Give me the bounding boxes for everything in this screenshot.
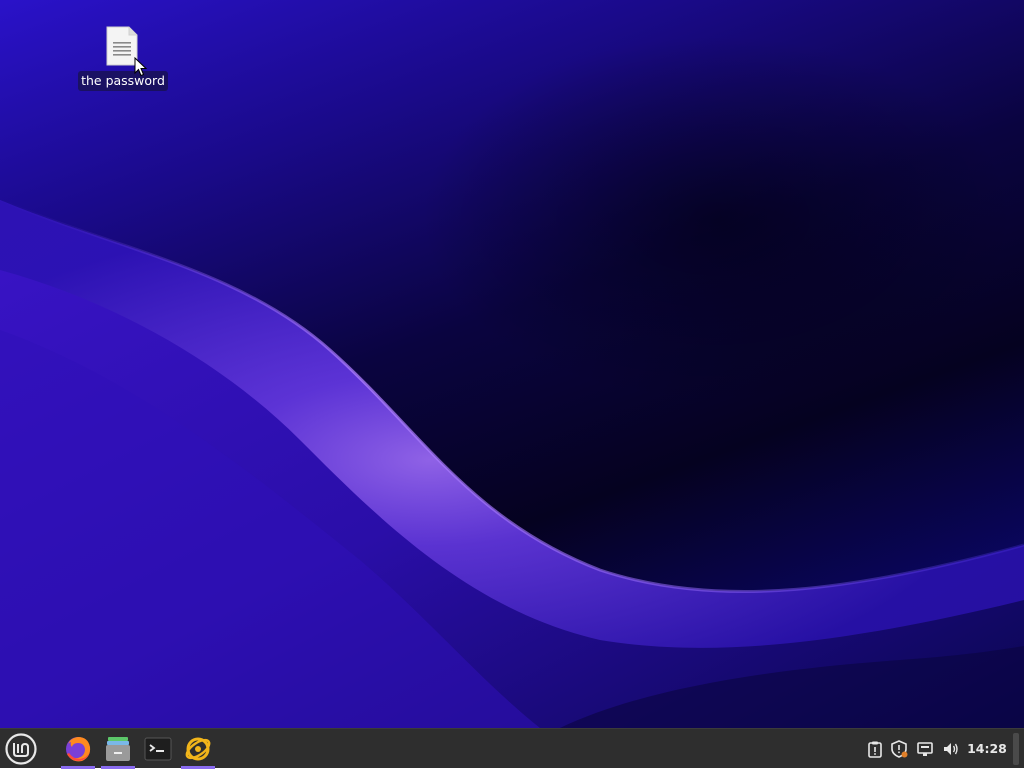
volume-icon bbox=[944, 743, 958, 755]
launcher-sync-app[interactable] bbox=[179, 731, 217, 769]
terminal-icon bbox=[144, 737, 172, 761]
network-icon bbox=[917, 742, 933, 756]
mouse-cursor-icon bbox=[134, 57, 148, 77]
launcher-terminal[interactable] bbox=[139, 731, 177, 767]
tray-volume[interactable] bbox=[940, 729, 962, 769]
launcher-firefox[interactable] bbox=[59, 731, 97, 769]
start-menu-button[interactable] bbox=[4, 732, 38, 766]
linux-mint-menu-icon bbox=[5, 733, 37, 765]
wallpaper-wave bbox=[0, 198, 1024, 728]
taskbar-panel: 14:28 bbox=[0, 728, 1024, 769]
launcher-file-manager[interactable] bbox=[99, 731, 137, 769]
file-manager-icon bbox=[106, 737, 130, 761]
update-shield-icon bbox=[891, 740, 908, 758]
firefox-icon bbox=[66, 737, 91, 762]
desktop-file-label: the password bbox=[78, 71, 168, 91]
sync-app-icon bbox=[185, 737, 211, 761]
tray-update-manager[interactable] bbox=[888, 729, 910, 769]
clipboard-icon bbox=[868, 741, 882, 758]
tray-clipboard[interactable] bbox=[864, 729, 886, 769]
tray-network[interactable] bbox=[914, 729, 936, 769]
panel-clock[interactable]: 14:28 bbox=[966, 729, 1008, 769]
show-desktop-button[interactable] bbox=[1013, 733, 1019, 765]
desktop-file-the-password[interactable]: the password bbox=[78, 24, 168, 96]
desktop-background: the password bbox=[0, 0, 1024, 728]
